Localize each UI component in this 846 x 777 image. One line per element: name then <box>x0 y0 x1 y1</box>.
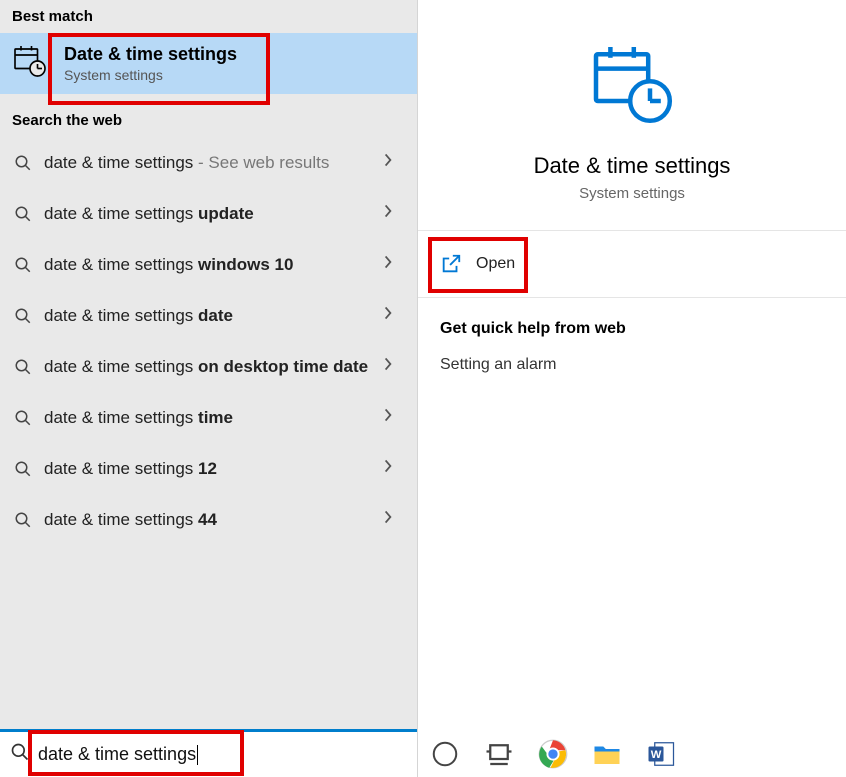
best-match-subtitle: System settings <box>64 67 237 83</box>
open-external-icon <box>440 253 462 275</box>
cortana-icon[interactable] <box>430 739 460 769</box>
web-suggestion[interactable]: date & time settings update <box>0 188 417 239</box>
open-action[interactable]: Open <box>418 231 846 298</box>
chevron-right-icon[interactable] <box>383 151 405 174</box>
web-suggestion[interactable]: date & time settings - See web results <box>0 137 417 188</box>
chevron-right-icon[interactable] <box>383 253 405 276</box>
result-details-pane: Date & time settings System settings Ope… <box>418 0 846 777</box>
taskbar-icons: W <box>430 739 676 769</box>
suggestion-text: date & time settings update <box>44 203 383 224</box>
suggestion-text: date & time settings windows 10 <box>44 254 383 275</box>
best-match-header: Best match <box>0 0 417 33</box>
web-suggestion[interactable]: date & time settings on desktop time dat… <box>0 341 417 392</box>
quick-help-section: Get quick help from web Setting an alarm <box>418 298 846 396</box>
web-suggestions-list: date & time settings - See web results da… <box>0 137 417 729</box>
search-web-header: Search the web <box>0 104 417 137</box>
chevron-right-icon[interactable] <box>383 508 405 531</box>
chevron-right-icon[interactable] <box>383 457 405 480</box>
search-icon <box>12 203 34 225</box>
word-icon[interactable]: W <box>646 739 676 769</box>
chevron-right-icon[interactable] <box>383 202 405 225</box>
search-icon <box>12 356 34 378</box>
search-icon <box>12 305 34 327</box>
quick-help-heading: Get quick help from web <box>440 320 824 338</box>
chevron-right-icon[interactable] <box>383 355 405 378</box>
search-icon <box>12 152 34 174</box>
quick-help-link[interactable]: Setting an alarm <box>440 356 824 374</box>
chrome-icon[interactable] <box>538 739 568 769</box>
suggestion-text: date & time settings 44 <box>44 509 383 530</box>
calendar-clock-icon <box>12 43 48 84</box>
web-suggestion[interactable]: date & time settings 12 <box>0 443 417 494</box>
best-match-result[interactable]: Date & time settings System settings <box>0 33 417 94</box>
suggestion-text: date & time settings 12 <box>44 458 383 479</box>
search-icon <box>12 254 34 276</box>
chevron-right-icon[interactable] <box>383 406 405 429</box>
suggestion-text: date & time settings on desktop time dat… <box>44 356 383 377</box>
suggestion-text: date & time settings time <box>44 407 383 428</box>
web-suggestion[interactable]: date & time settings time <box>0 392 417 443</box>
search-results-pane: Best match Date & time settings System s… <box>0 0 418 777</box>
best-match-title: Date & time settings <box>64 44 237 65</box>
chevron-right-icon[interactable] <box>383 304 405 327</box>
details-subtitle: System settings <box>579 185 685 202</box>
search-icon <box>12 407 34 429</box>
details-title: Date & time settings <box>534 153 731 179</box>
calendar-clock-icon <box>587 38 677 133</box>
web-suggestion[interactable]: date & time settings date <box>0 290 417 341</box>
details-header: Date & time settings System settings <box>418 0 846 231</box>
svg-text:W: W <box>651 749 662 761</box>
web-suggestion[interactable]: date & time settings windows 10 <box>0 239 417 290</box>
file-explorer-icon[interactable] <box>592 739 622 769</box>
search-bar[interactable]: date & time settings <box>0 729 417 777</box>
suggestion-text: date & time settings - See web results <box>44 152 383 173</box>
task-view-icon[interactable] <box>484 739 514 769</box>
suggestion-text: date & time settings date <box>44 305 383 326</box>
search-icon <box>10 742 38 767</box>
web-suggestion[interactable]: date & time settings 44 <box>0 494 417 545</box>
open-label: Open <box>476 255 515 273</box>
search-icon <box>12 509 34 531</box>
search-input[interactable]: date & time settings <box>38 744 407 765</box>
search-icon <box>12 458 34 480</box>
